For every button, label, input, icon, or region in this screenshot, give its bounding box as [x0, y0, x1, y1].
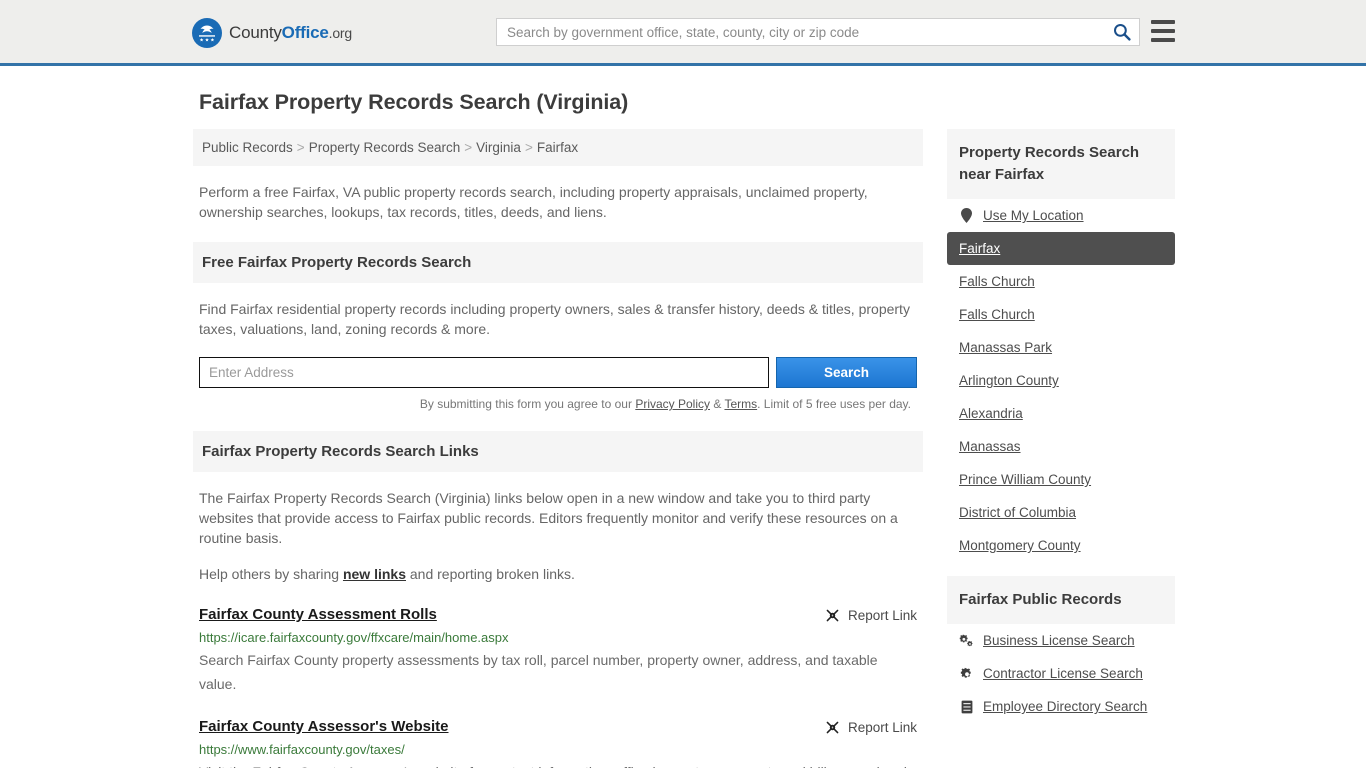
- free-search-description: Find Fairfax residential property record…: [199, 301, 910, 337]
- sidebar-item-fairfax[interactable]: Fairfax: [947, 232, 1175, 265]
- report-link-label: Report Link: [847, 720, 917, 735]
- entry-url: https://www.fairfaxcounty.gov/taxes/: [199, 742, 405, 757]
- sidebar-item-label: Manassas: [959, 439, 1021, 454]
- global-search-box[interactable]: [496, 18, 1140, 46]
- sidebar-item-district-of-columbia[interactable]: District of Columbia: [947, 496, 1175, 529]
- breadcrumb-item-virginia[interactable]: Virginia: [476, 140, 521, 155]
- breadcrumb-separator-3: >: [524, 140, 533, 155]
- share-suffix: and reporting broken links.: [406, 566, 575, 582]
- sidebar-item-label: Montgomery County: [959, 538, 1081, 553]
- search-input[interactable]: [497, 19, 1105, 45]
- sidebar-item-contractor-license-search[interactable]: Contractor License Search: [947, 657, 1175, 690]
- public-records-heading: Fairfax Public Records: [947, 576, 1175, 624]
- report-link-button[interactable]: Report Link: [824, 607, 917, 624]
- privacy-policy-link[interactable]: Privacy Policy: [635, 397, 710, 411]
- sidebar-item-label: Fairfax: [959, 241, 1001, 256]
- public-records-list: Business License Search Contractor Licen…: [947, 624, 1175, 723]
- page-intro-text: Perform a free Fairfax, VA public proper…: [199, 184, 868, 220]
- sidebar-item-label: Manassas Park: [959, 340, 1053, 355]
- disclaimer-amp: &: [710, 397, 725, 411]
- search-button[interactable]: Search: [776, 357, 917, 388]
- map-pin-icon: [959, 208, 974, 223]
- breadcrumb-separator-2: >: [464, 140, 473, 155]
- result-entry: Fairfax County Assessor's Website Report…: [199, 718, 917, 768]
- entry-header: Fairfax County Assessment Rolls Report L…: [199, 606, 917, 624]
- new-links-link[interactable]: new links: [343, 566, 406, 582]
- entry-description: Search Fairfax County property assessmen…: [199, 652, 878, 692]
- logo-suffix: .org: [328, 25, 353, 41]
- hamburger-menu-icon[interactable]: [1151, 20, 1175, 42]
- site-logo-text: CountyOffice.org: [229, 23, 352, 43]
- entry-url: https://icare.fairfaxcounty.gov/ffxcare/…: [199, 630, 509, 645]
- address-input[interactable]: [199, 357, 769, 388]
- site-header: CountyOffice.org: [0, 0, 1366, 66]
- entry-title-link[interactable]: Fairfax County Assessment Rolls: [199, 606, 437, 623]
- page-body: Fairfax Property Records Search (Virgini…: [0, 90, 1366, 768]
- sidebar-item-label: Alexandria: [959, 406, 1023, 421]
- terms-link[interactable]: Terms: [724, 397, 757, 411]
- menu-bar-1: [1151, 20, 1175, 24]
- menu-bar-2: [1151, 29, 1175, 33]
- sidebar-item-employee-directory-search[interactable]: Employee Directory Search: [947, 690, 1175, 723]
- sidebar: Property Records Search near Fairfax Use…: [947, 129, 1175, 723]
- sidebar-item-business-license-search[interactable]: Business License Search: [947, 624, 1175, 657]
- sidebar-item-label: Falls Church: [959, 274, 1035, 289]
- page-title: Fairfax Property Records Search (Virgini…: [199, 90, 629, 114]
- breadcrumb-item-public-records[interactable]: Public Records: [202, 140, 293, 155]
- sidebar-item-manassas-park[interactable]: Manassas Park: [947, 331, 1175, 364]
- book-icon: [959, 700, 974, 714]
- sidebar-item-alexandria[interactable]: Alexandria: [947, 397, 1175, 430]
- sidebar-item-use-my-location[interactable]: Use My Location: [947, 199, 1175, 232]
- search-icon[interactable]: [1105, 19, 1139, 45]
- share-links-text: Help others by sharing new links and rep…: [199, 564, 917, 584]
- result-entry: Fairfax County Assessment Rolls Report L…: [199, 606, 917, 696]
- breadcrumb: Public Records > Property Records Search > V…: [193, 129, 923, 166]
- menu-bar-3: [1151, 38, 1175, 42]
- report-link-button[interactable]: Report Link: [824, 719, 917, 736]
- sidebar-item-label: Falls Church: [959, 307, 1035, 322]
- use-my-location-label: Use My Location: [983, 208, 1084, 223]
- sidebar-item-label: Prince William County: [959, 472, 1092, 487]
- sidebar-item-falls-church-2[interactable]: Falls Church: [947, 298, 1175, 331]
- share-prefix: Help others by sharing: [199, 566, 343, 582]
- sidebar-item-arlington-county[interactable]: Arlington County: [947, 364, 1175, 397]
- countyoffice-eagle-logo-icon: [192, 18, 222, 48]
- logo-bold: Office: [281, 23, 329, 42]
- entry-title-link[interactable]: Fairfax County Assessor's Website: [199, 718, 449, 735]
- report-link-label: Report Link: [847, 608, 917, 623]
- entry-description: Visit the Fairfax County Assessor's webs…: [199, 760, 917, 768]
- logo-prefix: County: [229, 23, 282, 42]
- disclaimer-suffix: . Limit of 5 free uses per day.: [757, 397, 911, 411]
- links-section-description: The Fairfax Property Records Search (Vir…: [199, 490, 898, 546]
- main-content: Public Records > Property Records Search > V…: [193, 129, 923, 768]
- sidebar-item-label: Arlington County: [959, 373, 1059, 388]
- sidebar-item-montgomery-county[interactable]: Montgomery County: [947, 529, 1175, 562]
- breadcrumb-item-fairfax[interactable]: Fairfax: [537, 140, 578, 155]
- entry-header: Fairfax County Assessor's Website Report…: [199, 718, 917, 736]
- sidebar-item-falls-church-1[interactable]: Falls Church: [947, 265, 1175, 298]
- free-search-heading: Free Fairfax Property Records Search: [193, 242, 923, 283]
- breadcrumb-item-property-records-search[interactable]: Property Records Search: [309, 140, 461, 155]
- broken-link-icon: [826, 609, 839, 622]
- nearby-list: Use My Location Fairfax Falls Church Fal…: [947, 199, 1175, 562]
- sidebar-item-prince-william-county[interactable]: Prince William County: [947, 463, 1175, 496]
- disclaimer-prefix: By submitting this form you agree to our: [419, 397, 636, 411]
- site-logo[interactable]: CountyOffice.org: [192, 18, 352, 48]
- sidebar-item-manassas[interactable]: Manassas: [947, 430, 1175, 463]
- links-section-heading: Fairfax Property Records Search Links: [193, 431, 923, 472]
- sidebar-item-label: Business License Search: [983, 633, 1135, 648]
- breadcrumb-separator-1: >: [296, 140, 305, 155]
- address-search-form: Search: [199, 357, 917, 388]
- cog-icon: [959, 667, 974, 681]
- form-disclaimer: By submitting this form you agree to our…: [193, 397, 911, 411]
- cogs-icon: [959, 634, 974, 648]
- broken-link-icon: [826, 721, 839, 734]
- sidebar-item-label: Employee Directory Search: [983, 699, 1148, 714]
- nearby-search-heading: Property Records Search near Fairfax: [947, 129, 1175, 199]
- sidebar-item-label: District of Columbia: [959, 505, 1077, 520]
- sidebar-item-label: Contractor License Search: [983, 666, 1143, 681]
